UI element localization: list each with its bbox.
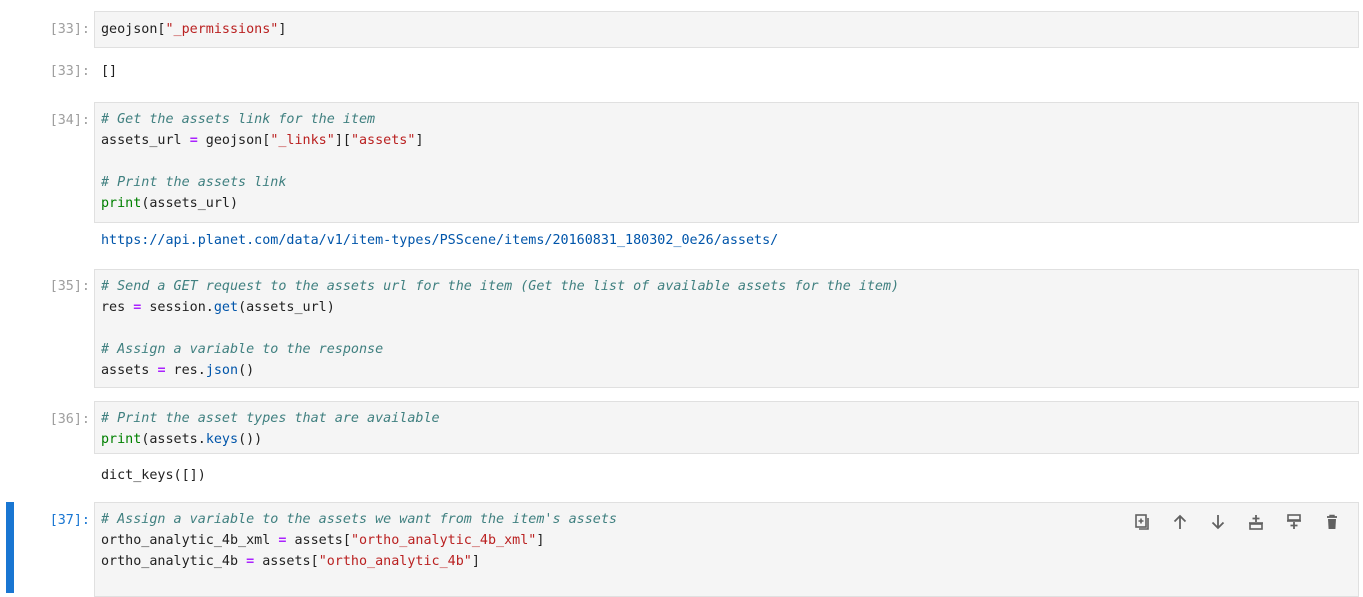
insert-below-icon — [1287, 514, 1301, 529]
code-content[interactable]: # Print the asset types that are availab… — [101, 408, 1358, 450]
code-token: ][ — [334, 133, 351, 148]
delete-cell-button[interactable] — [1320, 511, 1344, 533]
code-token: ] — [536, 533, 545, 548]
code-line[interactable] — [101, 318, 1358, 339]
code-content[interactable]: geojson["_permissions"] — [101, 19, 1358, 40]
code-editor[interactable]: # Print the asset types that are availab… — [94, 401, 1359, 454]
code-token: geojson[ — [101, 22, 166, 37]
code-token: # Send a GET request to the assets url f… — [101, 279, 900, 294]
input-prompt: [33]: — [49, 22, 90, 37]
code-editor[interactable]: geojson["_permissions"] — [94, 11, 1359, 48]
insert-above-button[interactable] — [1244, 511, 1268, 533]
move-down-button[interactable] — [1206, 511, 1230, 533]
code-token: "ortho_analytic_4b" — [318, 554, 472, 569]
code-token: keys — [205, 432, 239, 447]
code-line[interactable]: # Get the assets link for the item — [101, 109, 1358, 130]
code-token: "_permissions" — [165, 22, 279, 37]
output-text: dict_keys([]) — [101, 468, 206, 483]
code-line[interactable]: ortho_analytic_4b_xml = assets["ortho_an… — [101, 530, 1358, 551]
code-token: json — [205, 363, 239, 378]
code-token: print — [101, 432, 142, 447]
code-line[interactable]: assets = res.json() — [101, 360, 1358, 381]
code-line[interactable]: # Assign a variable to the response — [101, 339, 1358, 360]
code-token: assets[ — [286, 533, 351, 548]
insert-above-icon — [1249, 515, 1263, 530]
code-token: ] — [278, 22, 287, 37]
code-token: assets_url — [101, 133, 190, 148]
cell-toolbar — [1130, 511, 1344, 533]
code-token: = — [157, 363, 166, 378]
code-token: (assets_url) — [141, 196, 239, 211]
code-editor[interactable]: # Assign a variable to the assets we wan… — [94, 502, 1359, 597]
move-up-button[interactable] — [1168, 511, 1192, 533]
notebook-panel: [33]: geojson["_permissions"] [33]: [] [… — [0, 0, 1363, 597]
insert-below-button[interactable] — [1282, 511, 1306, 533]
code-token: = — [189, 133, 198, 148]
code-token: ] — [471, 554, 480, 569]
output-text: https://api.planet.com/data/v1/item-type… — [101, 233, 779, 248]
input-prompt: [34]: — [49, 113, 90, 128]
code-token: get — [213, 300, 239, 315]
output-prompt: [33]: — [49, 64, 90, 79]
code-token: print — [101, 196, 142, 211]
output-text: [] — [101, 64, 118, 79]
code-token: ] — [415, 133, 424, 148]
code-line[interactable]: geojson["_permissions"] — [101, 19, 1358, 40]
code-token: "ortho_analytic_4b_xml" — [350, 533, 537, 548]
code-token: ortho_analytic_4b_xml — [101, 533, 279, 548]
cell-output: dict_keys([]) — [101, 465, 1359, 486]
cell-output: https://api.planet.com/data/v1/item-type… — [101, 230, 1359, 251]
code-token: # Assign a variable to the assets we wan… — [101, 512, 617, 527]
code-token: # Print the assets link — [101, 175, 287, 190]
code-token: ortho_analytic_4b — [101, 554, 247, 569]
code-content[interactable]: # Send a GET request to the assets url f… — [101, 276, 1358, 381]
code-editor[interactable]: # Get the assets link for the item assets… — [94, 102, 1359, 223]
code-token: geojson[ — [197, 133, 271, 148]
input-prompt: [35]: — [49, 279, 90, 294]
code-content[interactable]: # Get the assets link for the item assets… — [101, 109, 1358, 214]
code-token: assets[ — [254, 554, 319, 569]
code-line[interactable]: print(assets.keys()) — [101, 429, 1358, 450]
code-token: (assets_url) — [238, 300, 335, 315]
code-line[interactable]: ortho_analytic_4b = assets["ortho_analyt… — [101, 551, 1358, 572]
cell-output: [] — [101, 61, 1359, 82]
input-prompt: [37]: — [49, 513, 90, 528]
code-line[interactable] — [101, 151, 1358, 172]
duplicate-icon — [1135, 514, 1149, 530]
code-line[interactable]: # Print the assets link — [101, 172, 1358, 193]
code-line[interactable]: # Print the asset types that are availab… — [101, 408, 1358, 429]
duplicate-cell-button[interactable] — [1130, 511, 1154, 533]
code-token: (assets. — [141, 432, 206, 447]
code-line[interactable]: # Send a GET request to the assets url f… — [101, 276, 1358, 297]
code-token: res. — [165, 363, 206, 378]
code-line[interactable]: res = session.get(assets_url) — [101, 297, 1358, 318]
code-token: # Assign a variable to the response — [101, 342, 384, 357]
delete-icon — [1327, 514, 1337, 529]
code-token: () — [238, 363, 255, 378]
code-line[interactable]: assets_url = geojson["_links"]["assets"] — [101, 130, 1358, 151]
code-token: res — [101, 300, 134, 315]
move-down-icon — [1211, 515, 1225, 530]
code-token: ()) — [238, 432, 263, 447]
code-token: = — [246, 554, 255, 569]
code-token: # Get the assets link for the item — [101, 112, 376, 127]
move-up-icon — [1173, 514, 1187, 529]
code-token: session. — [141, 300, 214, 315]
input-prompt: [36]: — [49, 412, 90, 427]
code-token: "assets" — [350, 133, 416, 148]
code-token: "_links" — [270, 133, 335, 148]
code-line[interactable]: print(assets_url) — [101, 193, 1358, 214]
code-token: # Print the asset types that are availab… — [101, 411, 440, 426]
code-editor[interactable]: # Send a GET request to the assets url f… — [94, 269, 1359, 388]
code-token: assets — [101, 363, 158, 378]
